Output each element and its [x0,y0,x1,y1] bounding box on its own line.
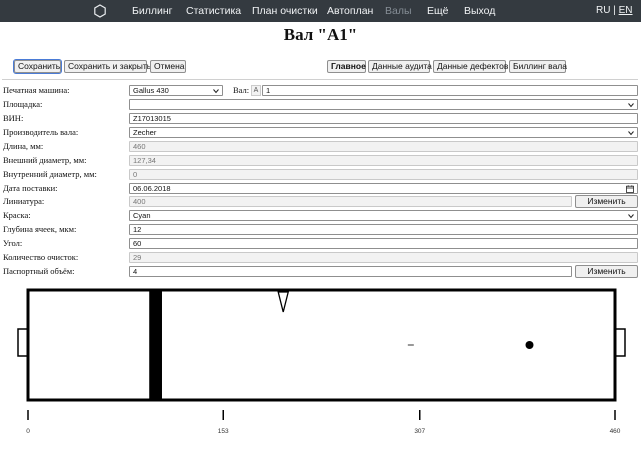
roll-number-input[interactable]: 1 [262,85,638,96]
cell-depth-input[interactable]: 12 [129,224,638,235]
press-value: Gallus 430 [133,86,169,95]
cleanings-label: Количество очисток: [3,252,79,262]
press-label: Печатная машина: [3,85,70,95]
tab-defect-data[interactable]: Данные дефектов [433,60,508,73]
lineature-label: Линиатура: [3,196,45,206]
lang-ru[interactable]: RU [596,5,610,16]
roll-prefix: A [251,85,261,96]
top-navbar: Биллинг Статистика План очистки Автоплан… [0,0,641,22]
save-and-close-button[interactable]: Сохранить и закрыть [64,60,151,73]
nav-rolls: Валы [385,5,412,17]
passport-volume-label: Паспортный объём: [3,266,75,276]
manufacturer-select[interactable]: Zecher [129,127,638,138]
tab-roll-billing[interactable]: Биллинг вала [509,60,567,73]
length-axis [27,410,616,420]
site-label: Площадка: [3,99,43,109]
lineature-change-button[interactable]: Изменить [575,195,638,208]
roll-diagram [17,288,626,420]
vin-label: ВИН: [3,113,24,123]
axis-tick-label: 307 [414,428,426,435]
roll-dot-mark [525,341,534,349]
nav-cleaning-plan[interactable]: План очистки [252,5,318,17]
volume-change-button[interactable]: Изменить [575,265,638,278]
nav-more[interactable]: Ещё [427,5,448,17]
calendar-icon[interactable] [626,185,634,193]
paint-label: Краска: [3,210,31,220]
inner-diameter-label: Внутренний диаметр, мм: [3,169,97,179]
inner-diameter-field: 0 [129,169,638,180]
passport-volume-input[interactable]: 4 [129,266,572,277]
header-divider [2,79,638,80]
paint-select[interactable]: Cyan [129,210,638,221]
chevron-down-icon [628,131,634,136]
tab-audit-data[interactable]: Данные аудита [368,60,432,73]
outer-diameter-field: 127,34 [129,155,638,166]
nav-logout[interactable]: Выход [464,5,495,17]
length-label: Длина, мм: [3,141,44,151]
lang-en[interactable]: EN [619,5,633,16]
site-select[interactable] [129,99,638,110]
delivery-date-value: 06.06.2018 [133,184,171,193]
roll-label: Вал: [233,85,250,95]
length-field: 460 [129,141,638,152]
manufacturer-label: Производитель вала: [3,127,79,137]
cleanings-field: 29 [129,252,638,263]
nav-autoplan[interactable]: Автоплан [327,5,373,17]
save-button[interactable]: Сохранить [13,59,62,74]
press-select[interactable]: Gallus 430 [129,85,223,96]
roll-band-mark [149,290,162,400]
axis-tick-label: 153 [217,428,229,435]
lineature-field: 400 [129,196,572,207]
axis-tick-label: 0 [26,428,30,435]
cell-depth-label: Глубина ячеек, мкм: [3,224,77,234]
angle-input[interactable]: 60 [129,238,638,249]
chevron-down-icon [628,214,634,219]
delivery-date-input[interactable]: 06.06.2018 [129,183,638,194]
axis-tick-label: 460 [609,428,621,435]
nav-statistics[interactable]: Статистика [186,5,241,17]
tab-main[interactable]: Главное [327,60,366,73]
vin-input[interactable]: Z17013015 [129,113,638,124]
manufacturer-value: Zecher [133,128,157,137]
paint-value: Cyan [133,211,151,220]
angle-label: Угол: [3,238,23,248]
page-title: Вал "A1" [283,25,358,44]
cancel-button[interactable]: Отмена [150,60,186,73]
delivery-date-label: Дата поставки: [3,183,58,193]
lang-separator: | [613,5,616,16]
chevron-down-icon [628,103,634,108]
hexagon-icon[interactable] [93,4,107,18]
outer-diameter-label: Внешний диаметр, мм: [3,155,87,165]
language-switch: RU | EN [596,5,633,16]
chevron-down-icon [213,89,219,94]
nav-billing[interactable]: Биллинг [132,5,173,17]
